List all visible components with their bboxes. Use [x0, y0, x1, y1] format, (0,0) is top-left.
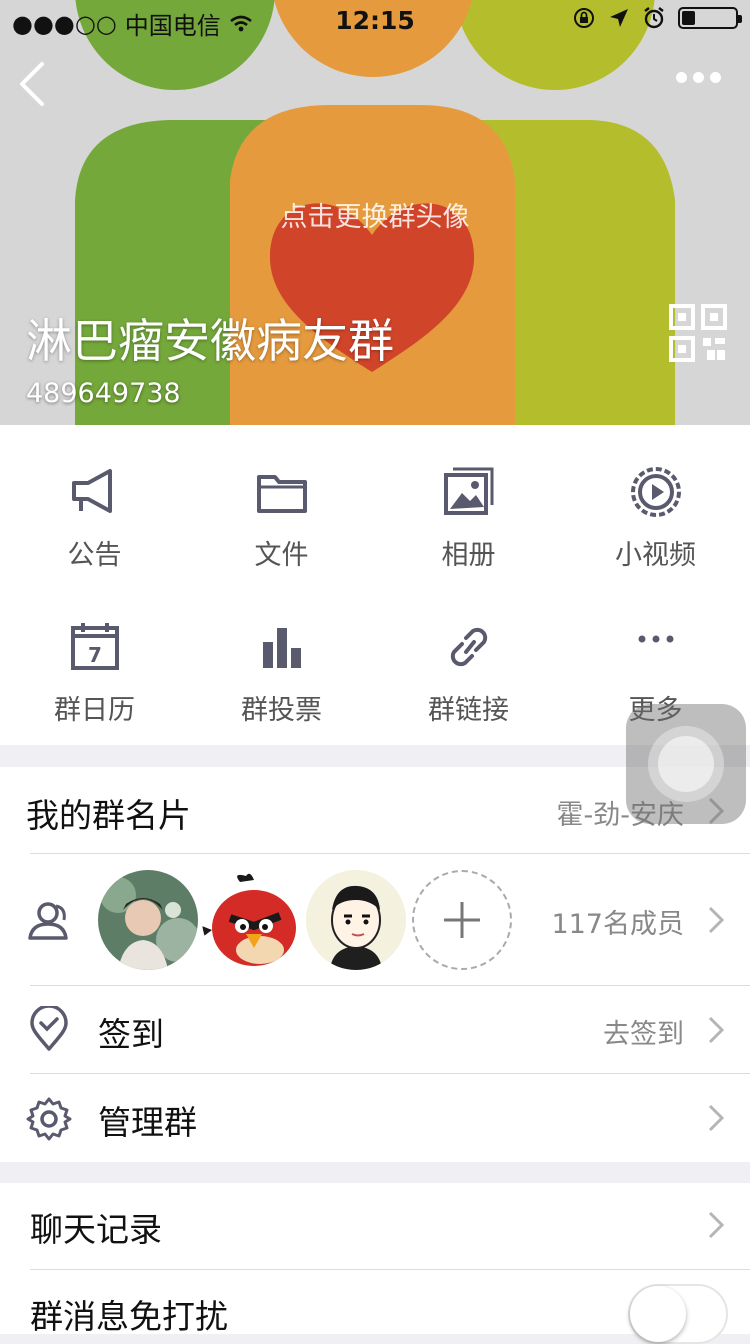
dot [710, 72, 721, 83]
link-icon [450, 627, 487, 667]
chat-history-row[interactable]: 聊天记录 [0, 1183, 750, 1269]
plus-icon [444, 902, 480, 938]
gear-icon [26, 1097, 72, 1141]
grid-announcement[interactable]: 公告 [1, 465, 188, 572]
member-avatar[interactable] [98, 870, 198, 970]
assistive-core [658, 736, 714, 792]
mute-row: 群消息免打扰 [0, 1270, 750, 1344]
folder-icon [256, 475, 307, 513]
grid-label: 群日历 [54, 695, 135, 726]
grid-label: 相册 [441, 540, 496, 571]
chevron-right-icon [708, 1104, 724, 1132]
manage-group-title: 管理群 [98, 1103, 197, 1142]
chat-settings-section: 聊天记录 群消息免打扰 [0, 1183, 750, 1344]
grid-short-video[interactable]: 小视频 [562, 465, 749, 572]
group-cover[interactable]: ●●●○○ 中国电信 12:15 点击更换群头像 淋巴瘤安徽病友群 489649… [0, 0, 750, 425]
members-icon [28, 902, 68, 940]
rotation-lock-icon [574, 8, 594, 28]
my-group-card-title: 我的群名片 [26, 796, 191, 835]
checkin-row[interactable]: 签到 去签到 [0, 986, 750, 1073]
member-avatar[interactable] [202, 870, 302, 970]
manage-group-row[interactable]: 管理群 [0, 1074, 750, 1162]
checkin-value: 去签到 [603, 1019, 684, 1050]
megaphone-icon [71, 469, 112, 513]
video-play-icon [630, 467, 681, 517]
bar-chart-icon [262, 628, 301, 668]
grid-label: 小视频 [615, 540, 696, 571]
dot [693, 72, 704, 83]
more-dots-icon [638, 635, 673, 643]
status-bar: ●●●○○ 中国电信 12:15 [0, 0, 750, 40]
feature-grid: 公告 文件 相册 小视频 7 群日历 群投票 群链接 更多 [0, 425, 750, 745]
location-check-icon [30, 1006, 68, 1051]
chat-history-title: 聊天记录 [30, 1210, 162, 1249]
add-member-button[interactable] [412, 870, 512, 970]
mute-toggle[interactable] [628, 1284, 728, 1344]
grid-label: 群投票 [241, 695, 322, 726]
group-id: 489649738 [26, 378, 181, 409]
member-count: 117名成员 [551, 909, 684, 940]
calendar-icon: 7 [70, 623, 119, 670]
member-avatar[interactable] [306, 870, 406, 970]
location-arrow-icon [610, 9, 628, 27]
photo-album-icon [443, 467, 493, 515]
grid-label: 群链接 [428, 695, 509, 726]
checkin-title: 签到 [98, 1015, 164, 1054]
grid-files[interactable]: 文件 [188, 465, 375, 572]
member-avatars [98, 870, 512, 970]
grid-link[interactable]: 群链接 [375, 620, 562, 727]
chevron-right-icon [708, 1016, 724, 1044]
calendar-day-number: 7 [88, 643, 102, 667]
group-name: 淋巴瘤安徽病友群 [26, 314, 394, 368]
battery-icon [678, 7, 742, 29]
grid-label: 文件 [254, 540, 309, 571]
alarm-icon [644, 7, 664, 29]
assistive-touch-button[interactable] [626, 704, 746, 824]
grid-album[interactable]: 相册 [375, 465, 562, 572]
chevron-right-icon [708, 1211, 724, 1239]
grid-label: 公告 [67, 540, 122, 571]
back-button[interactable] [14, 60, 54, 108]
more-options-button[interactable] [676, 72, 722, 92]
dot [676, 72, 687, 83]
change-avatar-hint[interactable]: 点击更换群头像 [0, 195, 750, 234]
chevron-right-icon [708, 906, 724, 934]
mute-title: 群消息免打扰 [30, 1297, 228, 1336]
grid-calendar[interactable]: 7 群日历 [1, 620, 188, 727]
grid-vote[interactable]: 群投票 [188, 620, 375, 727]
qr-code-button[interactable] [669, 304, 727, 362]
